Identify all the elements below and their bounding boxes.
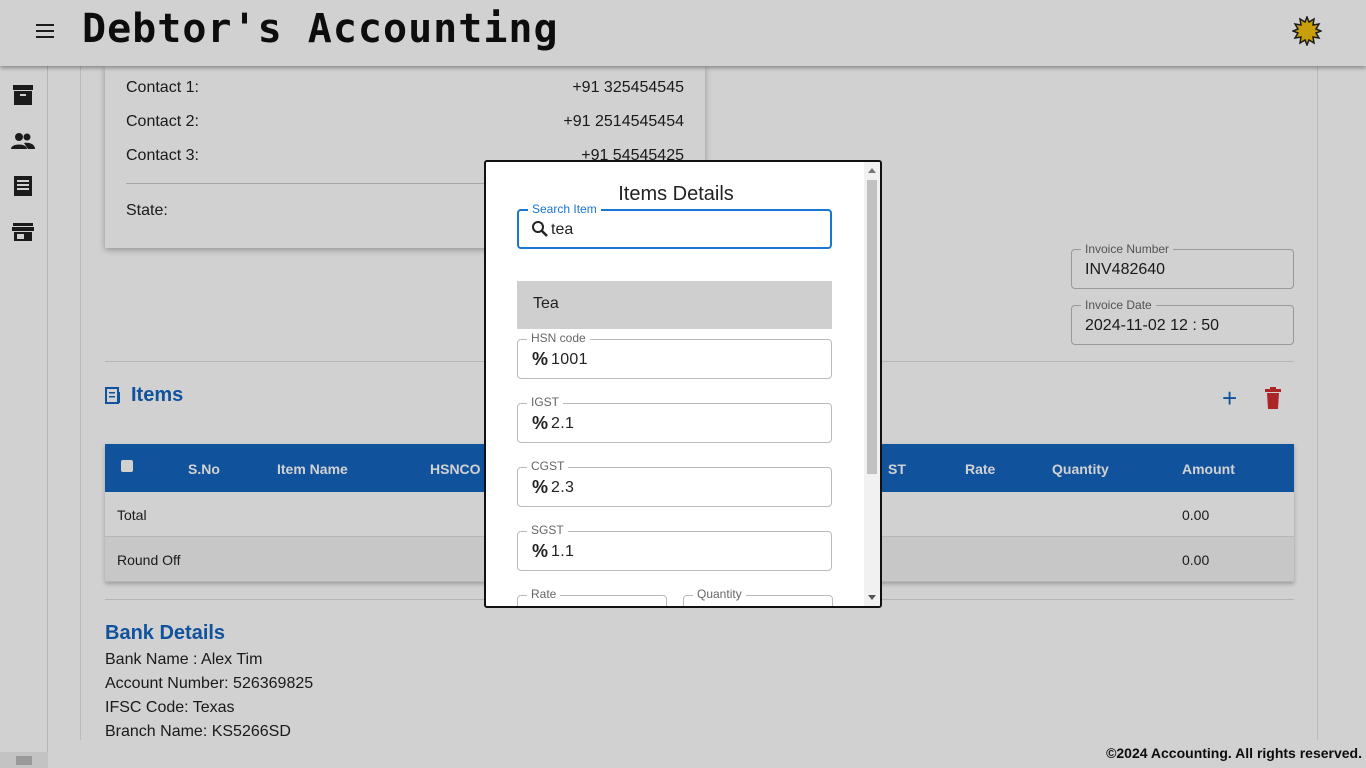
field-label: Rate <box>527 587 561 601</box>
scroll-up-arrow[interactable] <box>868 168 876 173</box>
field-value: 1001 <box>551 351 588 368</box>
search-item-field[interactable]: Search Item <box>517 202 832 249</box>
quantity-field[interactable]: Quantity <box>683 587 833 606</box>
items-details-dialog: Items Details Search Item Tea HSN code %… <box>484 160 882 608</box>
autocomplete-option[interactable]: Tea <box>517 281 832 329</box>
scroll-down-arrow[interactable] <box>868 595 876 600</box>
rate-field[interactable]: Rate <box>517 587 667 606</box>
hsn-code-field[interactable]: HSN code % 1001 <box>517 331 832 379</box>
sgst-field[interactable]: SGST % 1.1 <box>517 523 832 571</box>
field-label: IGST <box>527 395 564 409</box>
search-input[interactable] <box>551 219 811 241</box>
field-label: SGST <box>527 523 568 537</box>
field-value: 2.1 <box>551 415 575 432</box>
igst-field[interactable]: IGST % 2.1 <box>517 395 832 443</box>
percent-icon: % <box>532 541 549 561</box>
percent-icon: % <box>532 477 549 497</box>
field-label: CGST <box>527 459 569 473</box>
dialog-scrollbar[interactable] <box>864 162 880 606</box>
search-icon <box>532 221 548 237</box>
field-label: HSN code <box>527 331 590 345</box>
field-label: Quantity <box>693 587 746 601</box>
field-value: 2.3 <box>551 479 575 496</box>
search-item-label: Search Item <box>528 202 601 216</box>
percent-icon: % <box>532 349 549 369</box>
percent-icon: % <box>532 413 549 433</box>
cgst-field[interactable]: CGST % 2.3 <box>517 459 832 507</box>
scroll-thumb[interactable] <box>867 180 877 474</box>
field-value: 1.1 <box>551 543 575 560</box>
